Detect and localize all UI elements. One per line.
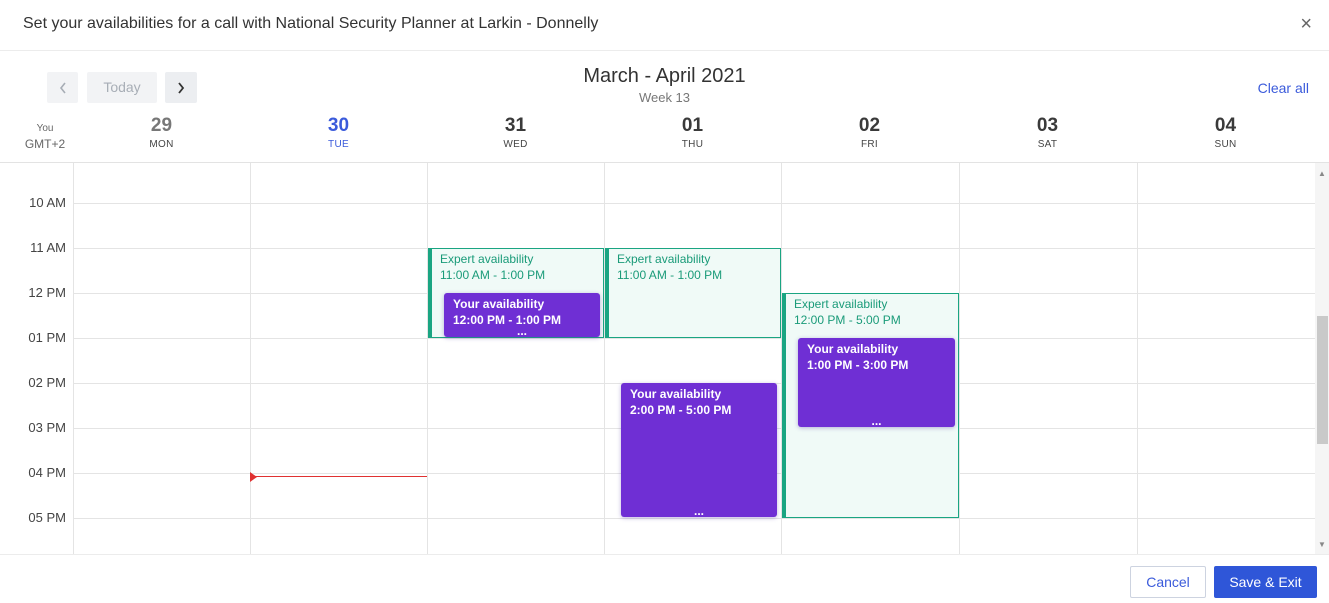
event-title: Expert availability (440, 252, 534, 266)
column-divider (1137, 163, 1138, 554)
day-name: SAT (1037, 139, 1058, 150)
event-time: 11:00 AM - 1:00 PM (440, 268, 546, 282)
day-header-mon: 29 MON (73, 115, 250, 150)
current-time-line (253, 476, 427, 477)
your-availability-block[interactable]: Your availability 2:00 PM - 5:00 PM ... (621, 383, 777, 519)
cancel-button[interactable]: Cancel (1130, 566, 1206, 598)
hour-gridline (73, 203, 1315, 204)
close-icon[interactable]: × (1300, 14, 1312, 34)
hour-label: 01 PM (28, 330, 66, 345)
event-title: Expert availability (617, 252, 711, 266)
day-number: 02 (858, 115, 881, 136)
day-header-wed: 31 WED (427, 115, 604, 150)
event-title: Your availability (630, 387, 722, 401)
day-header-thu: 01 THU (604, 115, 781, 150)
day-number: 04 (1214, 115, 1237, 136)
event-time: 2:00 PM - 5:00 PM (630, 403, 732, 417)
vertical-scrollbar[interactable]: ▲ ▼ (1315, 163, 1329, 554)
event-title: Your availability (453, 297, 545, 311)
resize-handle[interactable]: ... (798, 413, 955, 429)
dialog-header: Set your availabilities for a call with … (0, 0, 1329, 51)
day-name: TUE (328, 139, 349, 150)
event-time: 11:00 AM - 1:00 PM (617, 268, 723, 282)
day-name: WED (503, 139, 528, 150)
day-header-tue: 30 TUE (250, 115, 427, 150)
resize-handle[interactable]: ... (444, 323, 600, 339)
column-divider (250, 163, 251, 554)
dialog-title: Set your availabilities for a call with … (23, 15, 599, 32)
day-number: 30 (327, 115, 350, 136)
column-divider (427, 163, 428, 554)
day-name: MON (149, 139, 174, 150)
month-range-label: March - April 2021 (583, 65, 746, 87)
hour-label: 02 PM (28, 375, 66, 390)
resize-handle[interactable]: ... (621, 503, 777, 519)
day-name: THU (681, 139, 704, 150)
hour-label: 03 PM (28, 420, 66, 435)
week-number-label: Week 13 (638, 90, 691, 105)
day-number: 03 (1036, 115, 1059, 136)
event-time: 1:00 PM - 3:00 PM (807, 358, 909, 372)
hour-label: 11 AM (30, 240, 66, 255)
day-name: SUN (1214, 139, 1237, 150)
day-header-sat: 03 SAT (959, 115, 1136, 150)
day-header-sun: 04 SUN (1137, 115, 1314, 150)
save-and-exit-button[interactable]: Save & Exit (1214, 566, 1317, 598)
scroll-down-icon[interactable]: ▼ (1318, 540, 1326, 549)
hour-label: 10 AM (29, 195, 66, 210)
hour-label: 05 PM (28, 510, 66, 525)
your-availability-block[interactable]: Your availability 12:00 PM - 1:00 PM ... (444, 293, 600, 339)
hour-label: 12 PM (28, 285, 66, 300)
day-name: FRI (860, 139, 878, 150)
column-divider (959, 163, 960, 554)
your-availability-block[interactable]: Your availability 1:00 PM - 3:00 PM ... (798, 338, 955, 429)
clear-all-link[interactable]: Clear all (1258, 80, 1309, 96)
column-divider (73, 163, 74, 554)
column-divider (604, 163, 605, 554)
scroll-up-icon[interactable]: ▲ (1318, 169, 1326, 178)
day-number: 31 (504, 115, 527, 136)
day-number: 29 (150, 115, 173, 136)
scrollbar-thumb[interactable] (1317, 316, 1328, 444)
hour-label: 04 PM (28, 465, 66, 480)
calendar-grid[interactable]: 10 AM 11 AM 12 PM 01 PM 02 PM 03 PM 04 P… (0, 162, 1329, 554)
current-time-marker (250, 472, 257, 482)
event-time: 12:00 PM - 5:00 PM (794, 313, 901, 327)
day-header-fri: 02 FRI (781, 115, 958, 150)
event-title: Your availability (807, 342, 899, 356)
event-title: Expert availability (794, 297, 888, 311)
hour-gridline (73, 338, 1315, 339)
day-number: 01 (681, 115, 704, 136)
dialog-footer: Cancel Save & Exit (0, 554, 1329, 603)
expert-availability-block[interactable]: Expert availability 11:00 AM - 1:00 PM (605, 248, 781, 338)
